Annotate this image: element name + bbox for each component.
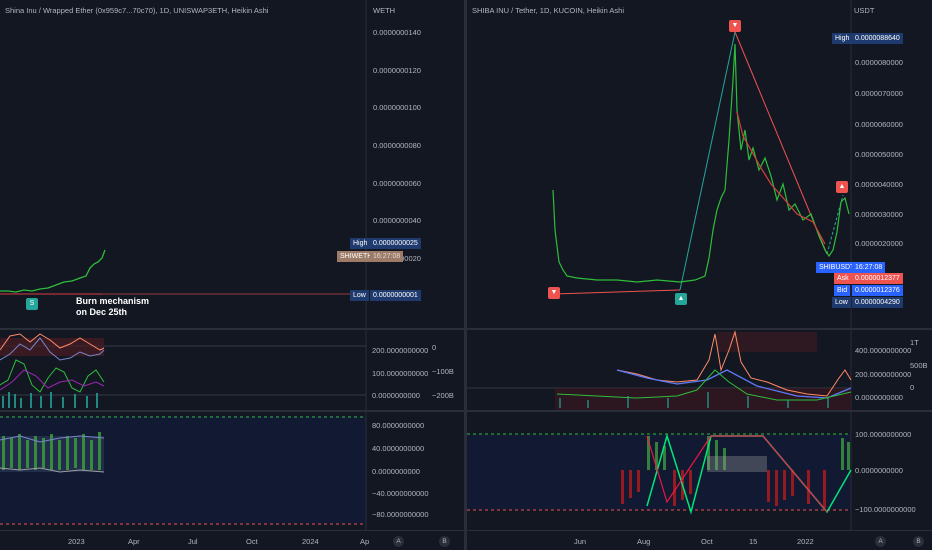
right-osc1-pane[interactable]: 400.0000000000 200.0000000000 0.00000000… — [467, 330, 932, 410]
right-osc2-tick: −100.0000000000 — [855, 505, 916, 514]
left-osc1-tick2: −200B — [432, 391, 454, 400]
right-osc2-tick: 0.0000000000 — [855, 466, 903, 475]
right-time-tick: 15 — [749, 537, 758, 546]
right-osc1-tick2: 1T — [910, 338, 919, 347]
right-time-axis[interactable]: Jun Aug Oct 15 2022 A B — [467, 530, 932, 550]
right-low-label: Low — [832, 297, 851, 308]
right-osc1-tick: 200.0000000000 — [855, 370, 912, 379]
right-bid-label: Bid — [834, 285, 851, 296]
right-osc1-tick: 0.0000000000 — [855, 393, 903, 402]
right-log-button[interactable]: B — [913, 536, 924, 547]
right-price-tick: 0.0000020000 — [855, 239, 903, 248]
left-price-tick: 0.0000000040 — [373, 216, 421, 225]
right-price-tick: 0.0000050000 — [855, 150, 903, 159]
right-price-line — [552, 43, 850, 283]
right-time-tick: Jun — [574, 537, 587, 546]
left-time-tick: 2024 — [302, 537, 319, 546]
right-axis-unit: USDT — [854, 6, 875, 15]
right-main-pane[interactable]: SHIBA INU / Tether, 1D, KUCOIN, Heikin A… — [467, 0, 932, 328]
right-auto-button[interactable]: A — [875, 536, 886, 547]
right-low-value: 0.0000004290 — [852, 297, 903, 308]
left-price-tick: 0.0000000080 — [373, 141, 421, 150]
left-price-tick: 0.0000000100 — [373, 103, 421, 112]
left-osc2-tick: 40.0000000000 — [372, 444, 425, 453]
right-ask-label: Ask — [834, 273, 852, 284]
left-osc1-tick2: 0 — [432, 343, 437, 352]
left-price-tick: 0.0000000120 — [373, 66, 421, 75]
left-osc1-pane[interactable]: 200.0000000000 100.0000000000 0.00000000… — [0, 330, 464, 410]
right-osc1-tick2: 0 — [910, 383, 915, 392]
left-osc2-tick: −40.0000000000 — [372, 489, 429, 498]
left-osc2-tick: −80.0000000000 — [372, 510, 429, 519]
right-recent-marker: ▲ — [836, 181, 848, 193]
burn-annotation-line1: Burn mechanism — [76, 296, 150, 306]
left-time-tick: Jul — [188, 537, 198, 546]
left-osc2-tick: 0.0000000000 — [372, 467, 420, 476]
right-osc1-tick2: 500B — [910, 361, 928, 370]
right-sell-marker: ▼ — [548, 287, 560, 299]
right-price-tick: 0.0000060000 — [855, 120, 903, 129]
left-symbol-time: 16:27:08 — [370, 251, 404, 262]
right-price-tick: 0.0000030000 — [855, 210, 903, 219]
left-osc1-tick: 100.0000000000 — [372, 369, 429, 378]
left-time-axis[interactable]: 2023 Apr Jul Oct 2024 Ap A B — [0, 530, 464, 550]
left-log-button[interactable]: B — [439, 536, 450, 547]
right-osc1-tick: 400.0000000000 — [855, 346, 912, 355]
left-time-tick: 2023 — [68, 537, 85, 546]
left-osc2-tick: 80.0000000000 — [372, 421, 425, 430]
left-price-svg — [0, 0, 367, 328]
right-osc2-pane[interactable]: 100.0000000000 0.0000000000 −100.0000000… — [467, 412, 932, 530]
left-price-tick: 0.0000000060 — [373, 179, 421, 188]
right-buy-marker: ▲ — [675, 293, 687, 305]
left-auto-button[interactable]: A — [393, 536, 404, 547]
left-osc1-tick2: −100B — [432, 367, 454, 376]
left-price-tick: 0.0000000140 — [373, 28, 421, 37]
burn-annotation-line2: on Dec 25th — [76, 307, 128, 317]
left-price-line — [0, 249, 106, 293]
left-time-tick: Oct — [246, 537, 258, 546]
right-ask-value: 0.0000012377 — [852, 273, 903, 284]
right-osc2-tick: 100.0000000000 — [855, 430, 912, 439]
right-high-label: High — [832, 33, 853, 44]
left-osc1-tick: 0.0000000000 — [372, 391, 420, 400]
right-high-value: 0.0000088640 — [852, 33, 903, 44]
left-main-pane[interactable]: Shina Inu / Wrapped Ether (0x959c7...70c… — [0, 0, 428, 328]
right-bid-value: 0.0000012376 — [852, 285, 903, 296]
right-price-tick: 0.0000080000 — [855, 58, 903, 67]
left-buy-marker: S — [26, 298, 38, 310]
left-osc1-tick: 200.0000000000 — [372, 346, 429, 355]
left-time-tick: Ap — [360, 537, 370, 546]
left-high-value: 0.0000000025 — [370, 238, 421, 249]
left-low-label: Low — [350, 290, 369, 301]
left-axis-unit: WETH — [373, 6, 396, 15]
left-osc2-pane[interactable]: 80.0000000000 40.0000000000 0.0000000000… — [0, 412, 464, 530]
left-low-value: 0.0000000001 — [370, 290, 421, 301]
right-price-tick: 0.0000040000 — [855, 180, 903, 189]
right-time-tick: 2022 — [797, 537, 814, 546]
left-high-label: High — [350, 238, 371, 249]
left-time-tick: Apr — [128, 537, 140, 546]
right-time-tick: Oct — [701, 537, 713, 546]
right-symbol-time: 16:27:08 — [852, 262, 886, 273]
right-time-tick: Aug — [637, 537, 651, 546]
right-price-tick: 0.0000070000 — [855, 89, 903, 98]
right-top-marker: ▼ — [729, 20, 741, 32]
